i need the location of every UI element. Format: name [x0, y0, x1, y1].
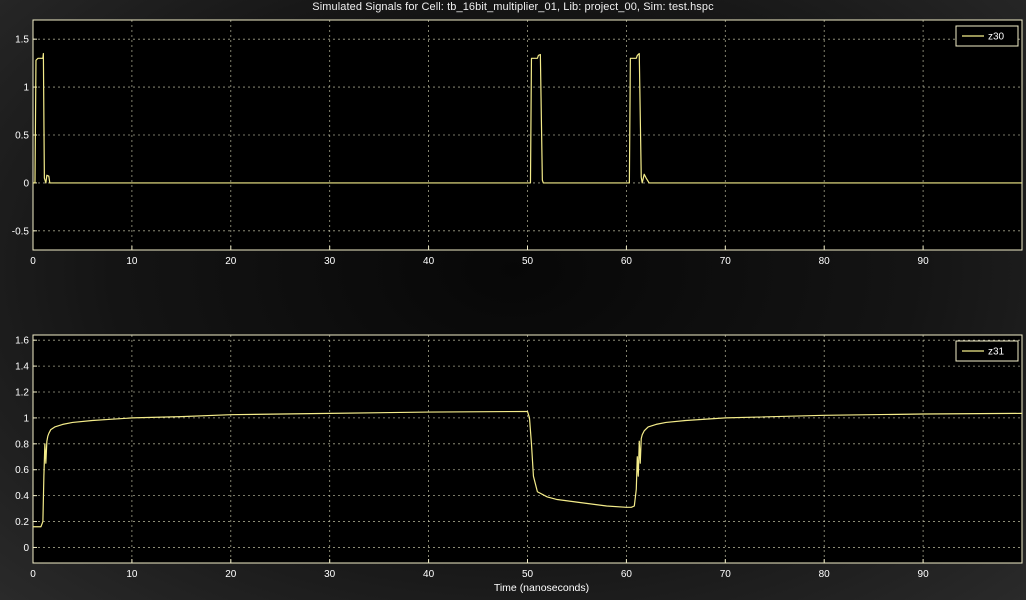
top-axes-z30[interactable]: 0 10 20 30 40 50 60 70 80 90 -0.5 0 0.5 1 1.5 z30 [12, 19, 1023, 267]
x-tick-label: 0 [30, 569, 36, 580]
y-tick-label: 1.5 [15, 35, 29, 46]
bottom-axes-z31[interactable]: 0 10 20 30 40 50 60 70 80 90 0 0.2 0.4 0.6 0.8 1 1.2 1.4 1… [15, 334, 1023, 594]
x-axis-label: Time (nanoseconds) [494, 582, 589, 594]
x-tick-label: 30 [324, 569, 336, 580]
x-tick-label: 40 [423, 256, 435, 267]
x-tick-label: 90 [918, 569, 930, 580]
plot-area[interactable] [33, 335, 1022, 563]
y-tick-label: 0.6 [15, 465, 29, 476]
y-tick-label: 0 [23, 543, 29, 554]
x-tick-label: 50 [522, 256, 534, 267]
x-tick-label: 20 [225, 256, 237, 267]
y-tick-label: 1 [23, 413, 29, 424]
x-tick-label: 10 [126, 256, 138, 267]
y-tick-label: 0 [23, 178, 29, 189]
x-tick-label: 20 [225, 569, 237, 580]
x-tick-label: 60 [621, 569, 633, 580]
legend-label: z31 [988, 347, 1005, 358]
x-tick-label: 80 [819, 256, 831, 267]
x-tick-label: 70 [720, 256, 732, 267]
x-tick-label: 50 [522, 569, 534, 580]
x-tick-label: 60 [621, 256, 633, 267]
y-tick-label: 1.6 [15, 336, 29, 347]
y-tick-label: 1.4 [15, 362, 29, 373]
x-tick-label: 90 [918, 256, 930, 267]
y-tick-label: 0.5 [15, 131, 29, 142]
y-tick-label: 1 [23, 83, 29, 94]
x-tick-label: 0 [30, 256, 36, 267]
x-tick-label: 40 [423, 569, 435, 580]
y-tick-label: 1.2 [15, 388, 29, 399]
y-tick-label: 0.8 [15, 439, 29, 450]
figure-canvas: 0 10 20 30 40 50 60 70 80 90-0.500.511.5 z30 0 10 20… [12, 19, 1023, 594]
x-tick-label: 10 [126, 569, 138, 580]
y-tick-label: -0.5 [12, 226, 30, 237]
y-tick-label: 0.4 [15, 491, 29, 502]
legend-label: z30 [988, 32, 1005, 43]
x-tick-label: 70 [720, 569, 732, 580]
y-tick-label: 0.2 [15, 517, 29, 528]
x-tick-label: 30 [324, 256, 336, 267]
x-tick-label: 80 [819, 569, 831, 580]
